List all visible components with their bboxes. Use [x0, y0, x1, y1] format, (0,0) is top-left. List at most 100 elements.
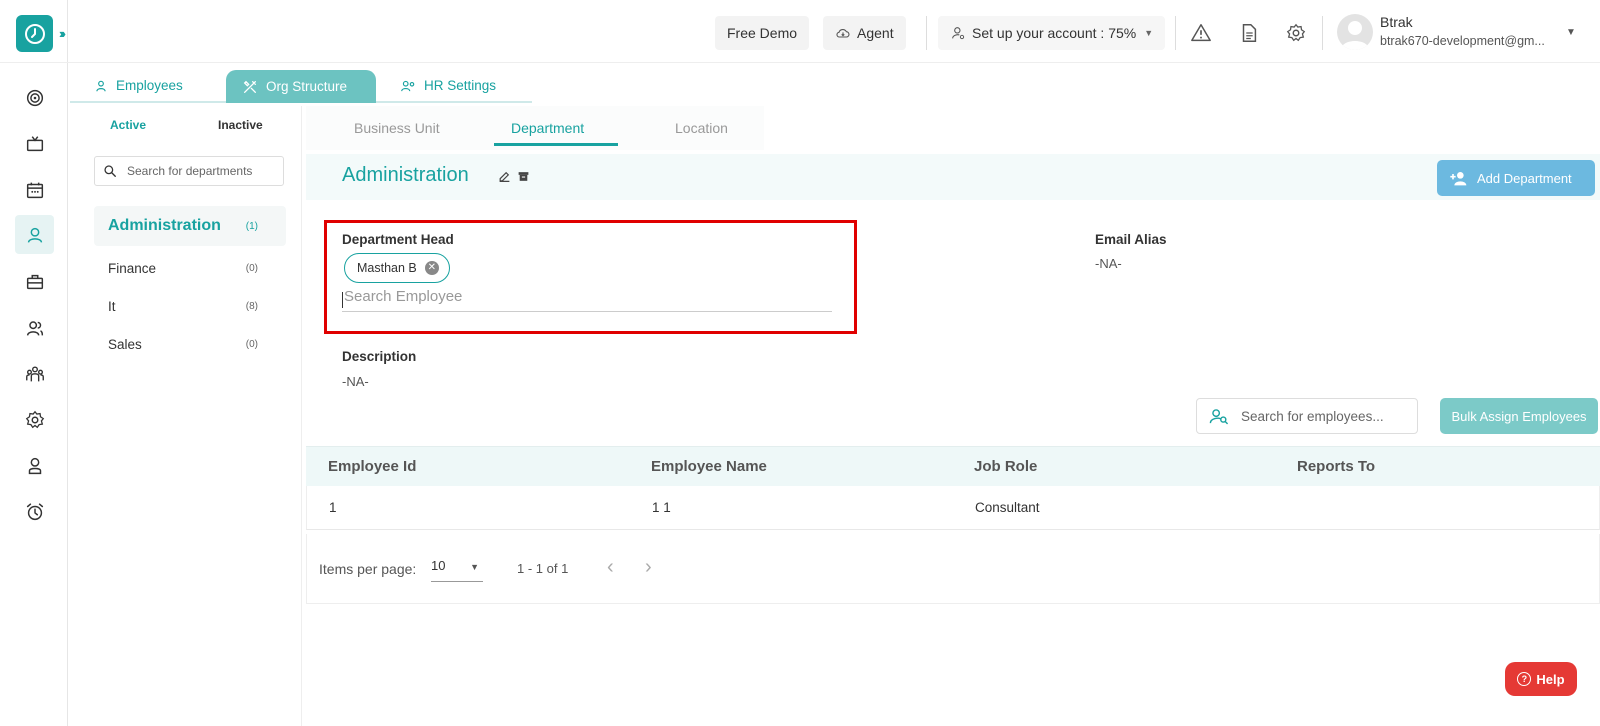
- users-nav-icon[interactable]: [15, 308, 54, 347]
- department-search-input[interactable]: Search for departments: [94, 156, 284, 186]
- tab-org-structure[interactable]: Org Structure: [226, 70, 376, 103]
- agent-button[interactable]: Agent: [823, 16, 906, 50]
- column-header-job-role[interactable]: Job Role: [952, 458, 1275, 475]
- page-range: 1 - 1 of 1: [517, 561, 569, 576]
- description-label: Description: [342, 349, 417, 364]
- setup-account-label: Set up your account : 75%: [972, 25, 1137, 41]
- app-logo[interactable]: [16, 15, 53, 52]
- chip-label: Masthan B: [357, 261, 417, 275]
- briefcase-nav-icon[interactable]: [15, 262, 54, 301]
- org-tab-bar: Business Unit Department Location: [306, 106, 764, 150]
- email-alias-label: Email Alias: [1095, 232, 1167, 247]
- column-header-employee-name[interactable]: Employee Name: [629, 458, 952, 475]
- search-icon: [104, 165, 116, 177]
- document-icon[interactable]: [1238, 22, 1260, 44]
- user-search-icon: [1209, 409, 1229, 425]
- department-title: Administration: [342, 164, 469, 186]
- table-row[interactable]: 1 1 1 Consultant: [306, 486, 1600, 530]
- department-count: (0): [245, 338, 258, 350]
- tab-hr-settings-label: HR Settings: [424, 78, 497, 93]
- column-header-reports-to[interactable]: Reports To: [1275, 458, 1598, 475]
- previous-page-icon[interactable]: ‹: [607, 556, 614, 579]
- dashboard-nav-icon[interactable]: [15, 78, 54, 117]
- cell-employee-id: 1: [329, 500, 337, 515]
- employee-filter-input[interactable]: Search for employees...: [1196, 398, 1418, 434]
- tools-icon: [243, 80, 256, 93]
- calendar-nav-icon[interactable]: [15, 170, 54, 209]
- department-item[interactable]: Sales (0): [94, 324, 286, 364]
- archive-icon[interactable]: [517, 170, 530, 183]
- user-email[interactable]: btrak670-development@gm...: [1380, 34, 1545, 48]
- email-alias-value: -NA-: [1095, 256, 1122, 271]
- user-icon: [96, 80, 106, 91]
- department-head-label: Department Head: [342, 232, 454, 247]
- chevron-down-icon: ▼: [1144, 28, 1154, 38]
- department-head-chip[interactable]: Masthan B ✕: [344, 253, 450, 283]
- topbar-divider: [926, 16, 927, 50]
- tab-department[interactable]: Department: [511, 120, 584, 136]
- department-count: (1): [245, 220, 258, 232]
- tab-location[interactable]: Location: [675, 120, 728, 136]
- free-demo-label: Free Demo: [727, 25, 798, 41]
- add-department-label: Add Department: [1477, 170, 1572, 186]
- employee-search-input[interactable]: Search Employee: [342, 288, 832, 312]
- table-header: Employee Id Employee Name Job Role Repor…: [306, 446, 1600, 486]
- agent-label: Agent: [857, 25, 894, 41]
- page-size-select[interactable]: 10 ▼: [431, 558, 483, 582]
- tab-employees-label: Employees: [116, 78, 183, 93]
- department-name: Sales: [108, 336, 142, 352]
- department-name: Administration: [108, 217, 221, 234]
- help-button[interactable]: ? Help: [1505, 662, 1577, 696]
- rail-divider: [0, 62, 68, 63]
- tab-hr-settings[interactable]: HR Settings: [376, 70, 532, 103]
- bulk-assign-button[interactable]: Bulk Assign Employees: [1440, 398, 1598, 434]
- clock-logo-icon: [24, 23, 45, 44]
- tab-inactive[interactable]: Inactive: [218, 118, 263, 132]
- gear-icon[interactable]: [1285, 22, 1307, 44]
- profile-nav-icon[interactable]: [15, 446, 54, 485]
- add-department-button[interactable]: Add Department: [1437, 160, 1595, 196]
- employee-nav-icon[interactable]: [15, 215, 54, 254]
- setup-account-dropdown[interactable]: Set up your account : 75% ▼: [938, 16, 1166, 50]
- team-nav-icon[interactable]: [15, 354, 54, 393]
- department-header: Administration: [306, 154, 1600, 200]
- tab-business-unit[interactable]: Business Unit: [354, 120, 440, 136]
- expand-nav-icon[interactable]: ›››: [59, 26, 66, 41]
- left-nav-rail: ›››: [0, 0, 68, 726]
- department-list-panel: Active Inactive Search for departments A…: [70, 106, 302, 726]
- topbar-divider: [1175, 16, 1176, 50]
- description-value: -NA-: [342, 374, 369, 389]
- department-name: Finance: [108, 260, 157, 276]
- topbar-divider: [1322, 16, 1323, 50]
- cloud-download-icon: [836, 29, 850, 38]
- department-item[interactable]: Finance (0): [94, 248, 286, 288]
- alarm-nav-icon[interactable]: [15, 492, 54, 531]
- department-item[interactable]: It (8): [94, 286, 286, 326]
- avatar[interactable]: [1337, 14, 1373, 50]
- user-name[interactable]: Btrak: [1380, 14, 1413, 30]
- employee-filter-placeholder: Search for employees...: [1241, 408, 1384, 424]
- free-demo-button[interactable]: Free Demo: [715, 16, 810, 50]
- warning-icon[interactable]: [1190, 22, 1212, 44]
- items-per-page-label: Items per page:: [319, 561, 417, 577]
- cell-employee-name: 1 1: [652, 500, 671, 515]
- remove-chip-icon[interactable]: ✕: [424, 261, 439, 275]
- employee-table: Employee Id Employee Name Job Role Repor…: [306, 446, 1600, 530]
- help-label: Help: [1536, 671, 1565, 687]
- department-item[interactable]: Administration (1): [94, 206, 286, 246]
- next-page-icon[interactable]: ›: [645, 556, 652, 579]
- cell-job-role: Consultant: [975, 500, 1040, 515]
- users-settings-icon: [401, 80, 415, 91]
- edit-icon[interactable]: [498, 170, 511, 183]
- department-count: (0): [245, 262, 258, 274]
- tab-active[interactable]: Active: [110, 118, 146, 132]
- column-header-employee-id[interactable]: Employee Id: [306, 458, 629, 475]
- user-menu-chevron-icon[interactable]: ▼: [1566, 27, 1576, 38]
- employee-search-placeholder: Search Employee: [344, 288, 463, 305]
- tv-nav-icon[interactable]: [15, 124, 54, 163]
- tab-employees[interactable]: Employees: [70, 70, 226, 103]
- paginator: Items per page: 10 ▼ 1 - 1 of 1 ‹ ›: [306, 534, 1600, 604]
- page-size-value: 10: [431, 558, 446, 573]
- settings-nav-icon[interactable]: [15, 400, 54, 439]
- department-count: (8): [245, 300, 258, 312]
